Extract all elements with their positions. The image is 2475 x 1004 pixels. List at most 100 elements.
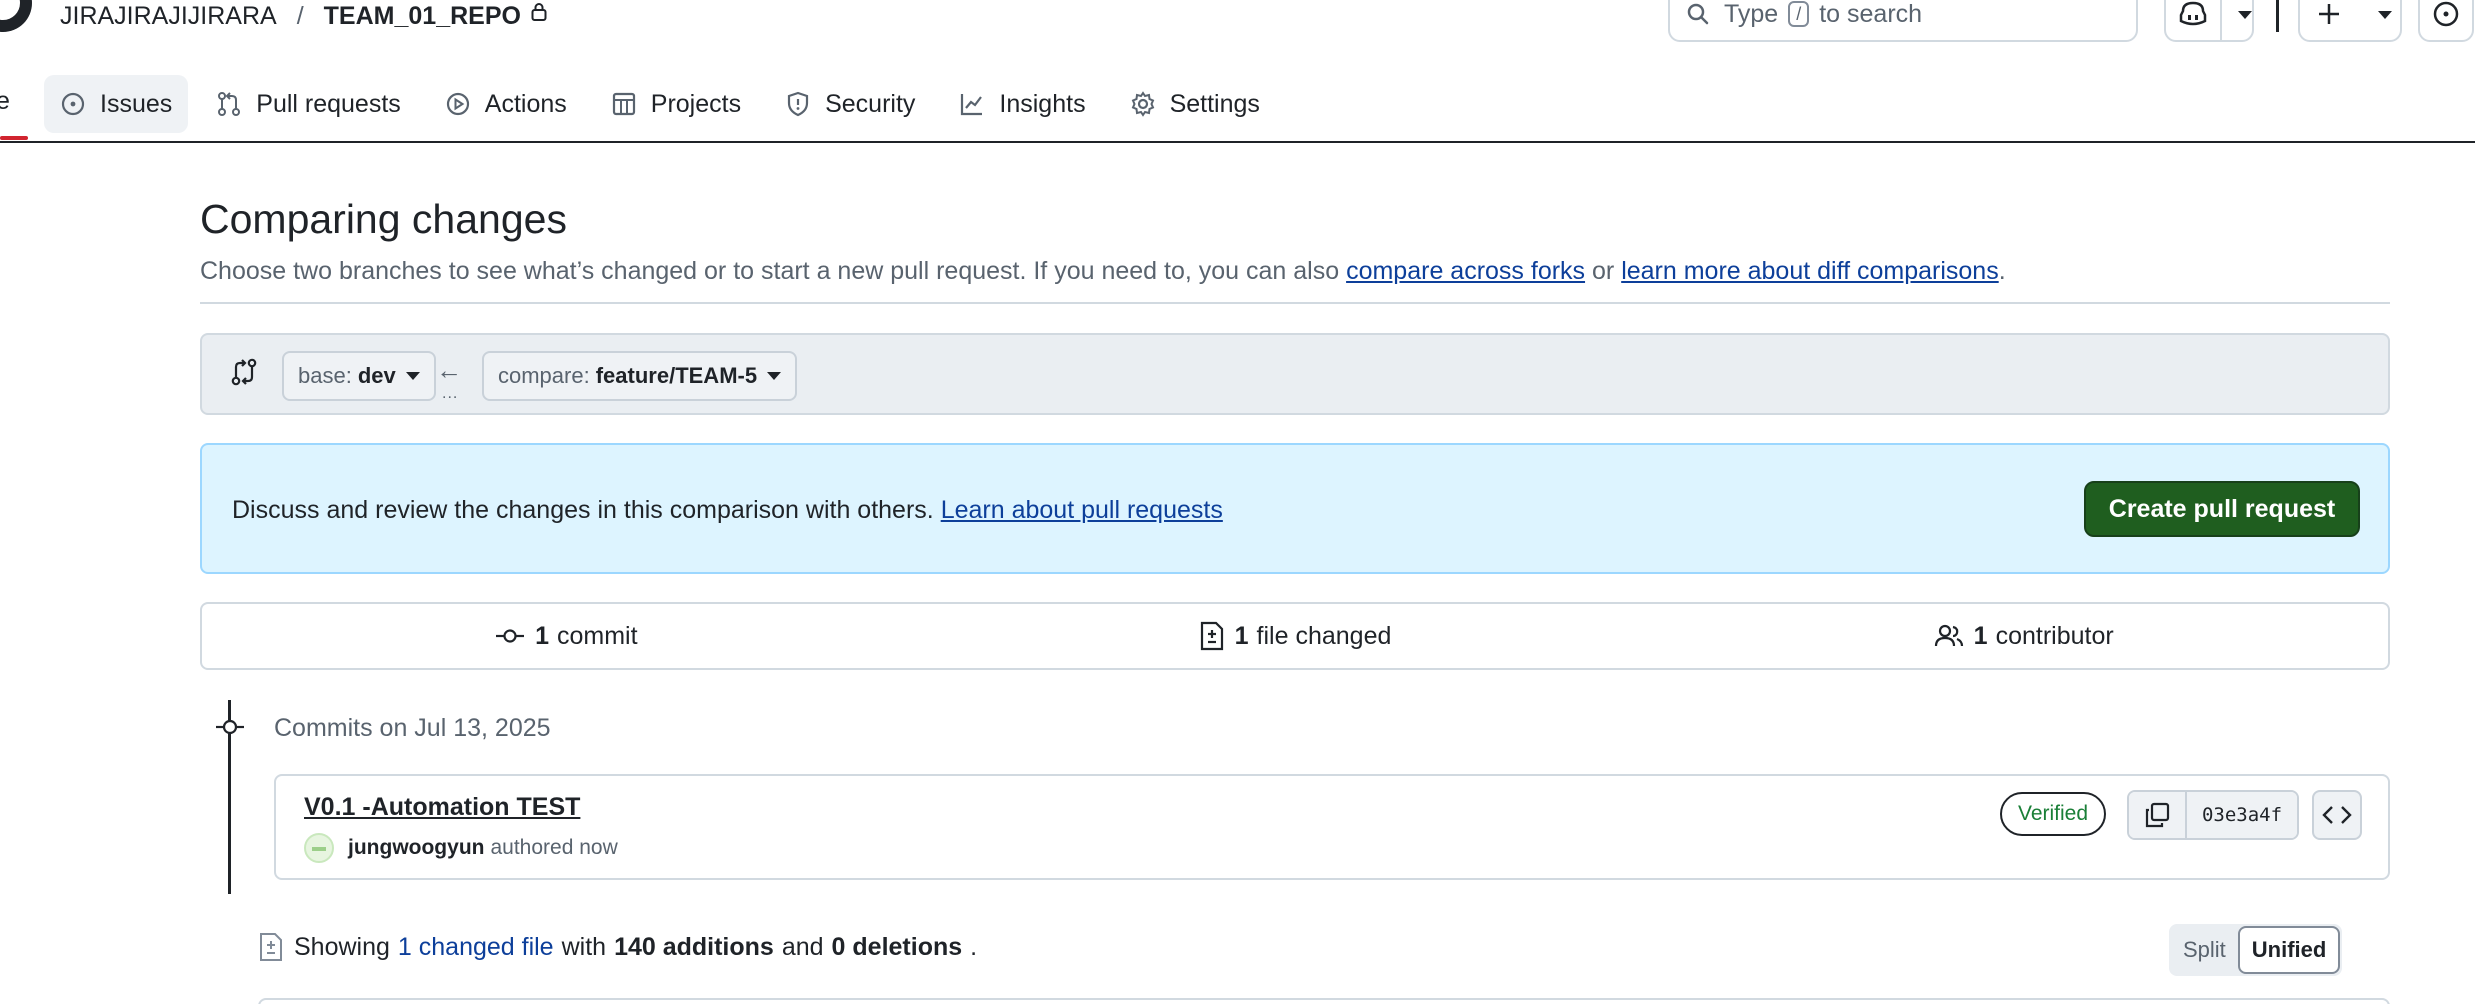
tab-pull-requests[interactable]: Pull requests (200, 75, 417, 133)
avatar[interactable] (304, 833, 334, 863)
shield-icon (787, 91, 809, 117)
file-diff-container (258, 998, 2390, 1004)
create-new-button[interactable] (2298, 0, 2402, 42)
browse-repo-at-commit-button[interactable] (2312, 790, 2362, 840)
tab-issues-label: Issues (100, 89, 173, 118)
people-icon (1934, 624, 1963, 647)
contributors-stat[interactable]: 1 contributor (1659, 604, 2388, 668)
files-changed-stat[interactable]: 1 file changed (931, 604, 1660, 668)
commit-sha-link[interactable]: 03e3a4f (2187, 792, 2297, 838)
deletions-count: 0 deletions (831, 932, 963, 961)
search-input[interactable]: Type / to search (1668, 0, 2138, 42)
search-placeholder-prefix: Type (1724, 0, 1779, 28)
gear-icon (1131, 91, 1154, 117)
compare-across-forks-link[interactable]: compare across forks (1346, 257, 1585, 285)
summary-showing: Showing (294, 932, 390, 961)
tab-insights[interactable]: Insights (943, 75, 1101, 133)
unified-view-button[interactable]: Unified (2237, 926, 2341, 974)
tab-settings-label: Settings (1169, 89, 1260, 118)
tab-actions[interactable]: Actions (429, 75, 583, 133)
search-shortcut-key: / (1788, 1, 1810, 27)
issue-opened-icon (2433, 1, 2459, 27)
commits-stat[interactable]: 1 commit (202, 604, 931, 668)
lock-icon (531, 3, 547, 21)
flash-message: Discuss and review the changes in this c… (232, 496, 1223, 525)
tab-selected-underline (0, 136, 28, 140)
commit-time: authored now (490, 836, 618, 859)
breadcrumb: JIRAJIRAJIJIRARA / TEAM_01_REPO (60, 0, 547, 32)
compare-branch-value: feature/TEAM-5 (595, 363, 758, 388)
subtitle-or: or (1592, 257, 1615, 285)
chevron-down-icon (2378, 11, 2392, 19)
commits-count: 1 (535, 621, 549, 650)
play-icon (446, 92, 469, 116)
files-label: file changed (1256, 621, 1392, 650)
file-diff-icon (260, 933, 282, 961)
repo-header: JIRAJIRAJIJIRARA / TEAM_01_REPO Type / t… (0, 0, 2475, 143)
copy-icon (2145, 802, 2170, 828)
diff-summary: Showing 1 changed file with 140 addition… (258, 932, 977, 962)
page-title: Comparing changes (200, 196, 567, 242)
create-pull-request-button[interactable]: Create pull request (2084, 481, 2360, 537)
git-pull-request-icon (218, 92, 241, 116)
learn-diff-comparisons-link[interactable]: learn more about diff comparisons (1621, 257, 1999, 285)
split-view-button[interactable]: Split (2171, 926, 2238, 974)
copilot-icon (2179, 1, 2207, 26)
tab-code[interactable]: e (0, 72, 10, 130)
summary-and: and (781, 932, 824, 961)
tab-settings[interactable]: Settings (1114, 75, 1276, 133)
base-branch-select[interactable]: base: dev (282, 351, 436, 401)
issues-nav-button[interactable] (2418, 0, 2474, 42)
commit-list-item: V0.1 -Automation TEST jungwoogyun author… (274, 774, 2390, 880)
compare-flash-notice: Discuss and review the changes in this c… (200, 443, 2390, 574)
commit-author-link[interactable]: jungwoogyun (348, 836, 484, 860)
changed-files-link[interactable]: 1 changed file (398, 933, 554, 962)
flash-text: Discuss and review the changes in this c… (232, 496, 934, 524)
compare-branch-select[interactable]: compare: feature/TEAM-5 (482, 351, 798, 401)
repo-tabs: Issues Pull requests Actions Projects Se… (44, 72, 1288, 136)
learn-pull-requests-link[interactable]: Learn about pull requests (941, 496, 1223, 524)
contributors-label: contributor (1995, 621, 2114, 650)
copy-sha-button[interactable] (2129, 792, 2187, 838)
graph-icon (961, 94, 983, 116)
summary-with: with (561, 932, 607, 961)
commits-label: commit (557, 621, 638, 650)
chevron-down-icon (2238, 11, 2252, 19)
git-commit-icon (216, 719, 244, 735)
repo-name-link[interactable]: TEAM_01_REPO (324, 2, 521, 31)
files-count: 1 (1234, 621, 1249, 650)
arrow-left-icon: ← (436, 355, 462, 385)
commit-title-link[interactable]: V0.1 -Automation TEST (304, 793, 580, 822)
additions-count: 140 additions (614, 932, 774, 961)
subtitle-text: Choose two branches to see what’s change… (200, 257, 1340, 285)
subtitle-period: . (1998, 257, 2006, 285)
range-editor: base: dev ← ... compare: feature/TEAM-5 (200, 333, 2390, 415)
chevron-down-icon (405, 372, 420, 380)
tab-projects[interactable]: Projects (595, 75, 757, 133)
tab-security[interactable]: Security (769, 75, 931, 133)
verified-badge[interactable]: Verified (2000, 792, 2107, 836)
commit-meta: jungwoogyun authored now (304, 833, 618, 863)
base-branch-label: base: (298, 363, 352, 388)
search-icon (1687, 3, 1709, 25)
chevron-down-icon (767, 372, 782, 380)
tab-insights-label: Insights (999, 89, 1086, 118)
breadcrumb-separator: / (296, 1, 304, 30)
repo-owner-link[interactable]: JIRAJIRAJIJIRARA (60, 2, 277, 31)
tab-security-label: Security (825, 89, 916, 118)
file-diff-icon (1200, 621, 1223, 651)
tab-projects-label: Projects (650, 89, 742, 118)
tab-code-label: e (0, 86, 10, 115)
tab-pull-requests-label: Pull requests (256, 89, 401, 118)
github-logo-icon[interactable] (0, 0, 32, 32)
commits-date-heading: Commits on Jul 13, 2025 (274, 714, 551, 742)
issue-opened-icon (61, 92, 85, 116)
plus-icon (2319, 4, 2339, 24)
base-branch-value: dev (357, 363, 396, 388)
table-icon (612, 92, 635, 116)
copilot-button[interactable] (2164, 0, 2254, 42)
summary-period: . (970, 932, 978, 961)
compare-stats: 1 commit 1 file changed 1 contributor (200, 602, 2390, 670)
contributors-count: 1 (1973, 621, 1988, 650)
tab-issues[interactable]: Issues (44, 75, 189, 133)
